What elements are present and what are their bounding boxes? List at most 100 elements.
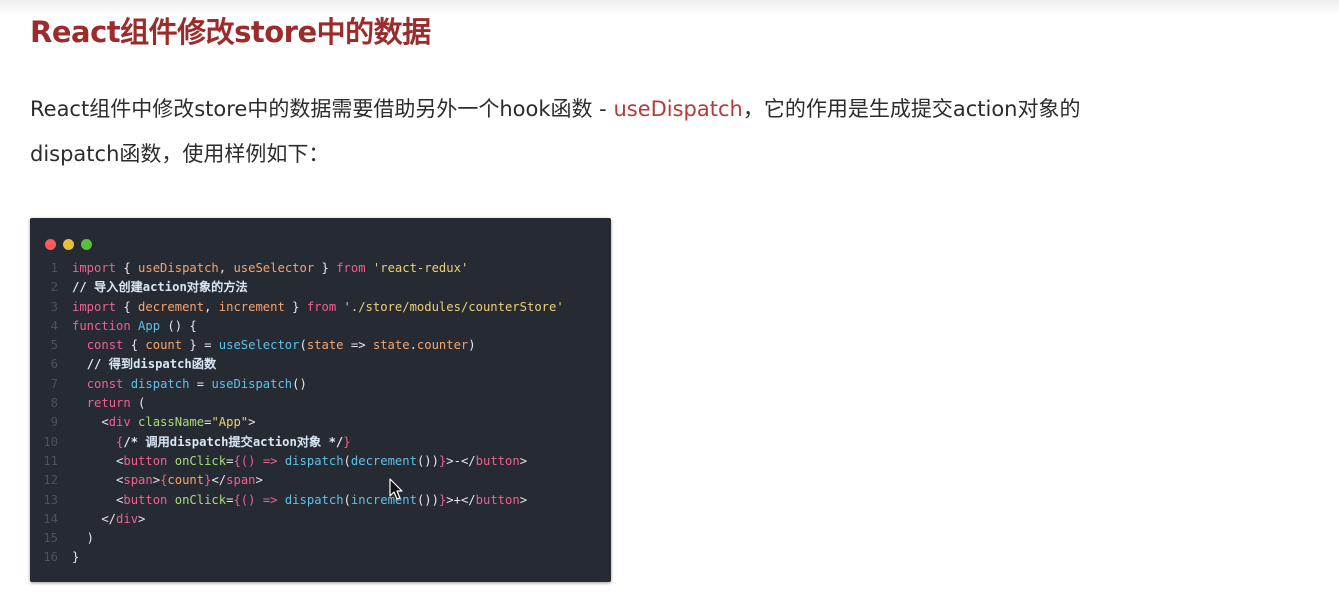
code-token: 'react-redux'	[372, 261, 469, 275]
code-line: 6 // 得到dispatch函数	[30, 355, 611, 374]
code-token: <	[72, 453, 124, 468]
code-token: ()	[292, 376, 307, 391]
code-token: () {	[160, 318, 197, 333]
code-line: 1 import { useDispatch, useSelector } fro…	[30, 259, 611, 278]
code-line: 9 <div className="App">	[30, 413, 611, 432]
code-token: dispatch	[284, 453, 344, 468]
line-number: 4	[50, 318, 58, 333]
code-token: )	[468, 338, 476, 353]
code-token: const	[86, 376, 124, 391]
code-token: } =	[182, 338, 219, 353]
description-paragraph: React组件中修改store中的数据需要借助另外一个hook函数 - useD…	[30, 87, 1310, 177]
code-line: 14 </div>	[30, 510, 611, 529]
code-line-text: // 导入创建action对象的方法	[72, 280, 248, 294]
code-token: App	[138, 318, 161, 333]
code-token: useDispatch	[211, 376, 293, 391]
code-token: </	[211, 473, 227, 488]
code-token: count	[167, 473, 205, 488]
code-token: dispatch	[130, 376, 190, 391]
code-token: >	[255, 473, 263, 488]
code-token: // 得到dispatch函数	[86, 357, 217, 372]
code-line-text: )	[72, 531, 94, 545]
code-line-text: const { count } = useSelector(state => s…	[72, 338, 476, 352]
code-token: span	[123, 473, 153, 488]
code-token: button	[475, 453, 520, 468]
code-token: >+</	[446, 492, 476, 507]
code-token: >-</	[446, 453, 476, 468]
line-number: 10	[43, 434, 58, 449]
code-token: }	[284, 299, 307, 314]
code-line-text: import { useDispatch, useSelector } from…	[72, 261, 468, 275]
code-token: {	[116, 299, 139, 314]
code-token: return	[86, 396, 131, 411]
code-token: /* 调用dispatch提交action对象 */	[123, 434, 344, 449]
code-token: "App"	[211, 415, 249, 430]
code-line: 4 function App () {	[30, 317, 611, 336]
code-token: className	[138, 415, 205, 430]
code-token: >	[519, 492, 528, 507]
code-token: increment	[350, 492, 417, 507]
code-token: }	[314, 261, 337, 275]
code-token: <	[72, 473, 124, 488]
code-token: button	[123, 492, 168, 507]
code-token: >	[519, 453, 528, 468]
code-token: {	[116, 261, 139, 275]
code-line-text: import { decrement, increment } from './…	[72, 300, 564, 314]
line-number: 13	[43, 492, 58, 507]
window-controls	[45, 235, 99, 250]
code-line-text: <button onClick={() => dispatch(incremen…	[72, 493, 527, 507]
code-token: }	[343, 434, 351, 449]
line-number: 8	[50, 396, 58, 411]
code-token: (	[130, 396, 146, 411]
code-token: useDispatch	[138, 261, 219, 275]
code-line: 8 return (	[30, 394, 611, 413]
line-number: 2	[50, 280, 58, 295]
line-number: 7	[50, 376, 58, 391]
code-line-text: </div>	[72, 512, 145, 526]
code-line: 5 const { count } = useSelector(state =>…	[30, 336, 611, 355]
code-line: 7 const dispatch = useDispatch()	[30, 375, 611, 394]
line-number: 11	[43, 453, 58, 468]
code-token: {() =>	[233, 453, 285, 468]
close-dot-icon	[45, 239, 56, 250]
code-line: 12 <span>{count}</span>	[30, 471, 611, 490]
code-token: count	[145, 338, 183, 353]
code-line: 3 import { decrement, increment } from '.…	[30, 298, 611, 317]
code-token: import	[72, 299, 117, 314]
code-token: =>	[343, 338, 373, 353]
code-token: increment	[218, 299, 285, 314]
code-token: div	[116, 511, 139, 526]
code-token: >	[152, 473, 161, 488]
maximize-dot-icon	[81, 239, 92, 250]
code-token: ,	[218, 261, 234, 275]
code-token: state	[372, 338, 410, 353]
section-title: React组件修改store中的数据	[30, 15, 431, 49]
description-text-end: ，它的作用是生成提交action对象的	[742, 97, 1081, 121]
code-token: =	[189, 376, 212, 391]
code-line: 2 // 导入创建action对象的方法	[30, 278, 611, 297]
line-number: 3	[50, 299, 58, 314]
code-token: ())	[416, 492, 439, 507]
use-dispatch-highlight: useDispatch	[613, 97, 743, 121]
code-token: </	[72, 511, 117, 526]
code-token: const	[86, 338, 124, 353]
code-token: ())	[416, 453, 439, 468]
code-token: function	[72, 318, 131, 333]
code-line-text: function App () {	[72, 319, 197, 333]
code-line-text: <div className="App">	[72, 415, 255, 429]
code-token: counter	[416, 338, 469, 353]
code-token: (	[343, 492, 351, 507]
code-line-text: <button onClick={() => dispatch(decremen…	[72, 454, 527, 468]
code-line-text: // 得到dispatch函数	[72, 357, 216, 371]
code-token: state	[306, 338, 344, 353]
code-window: 1 import { useDispatch, useSelector } fro…	[30, 218, 611, 582]
